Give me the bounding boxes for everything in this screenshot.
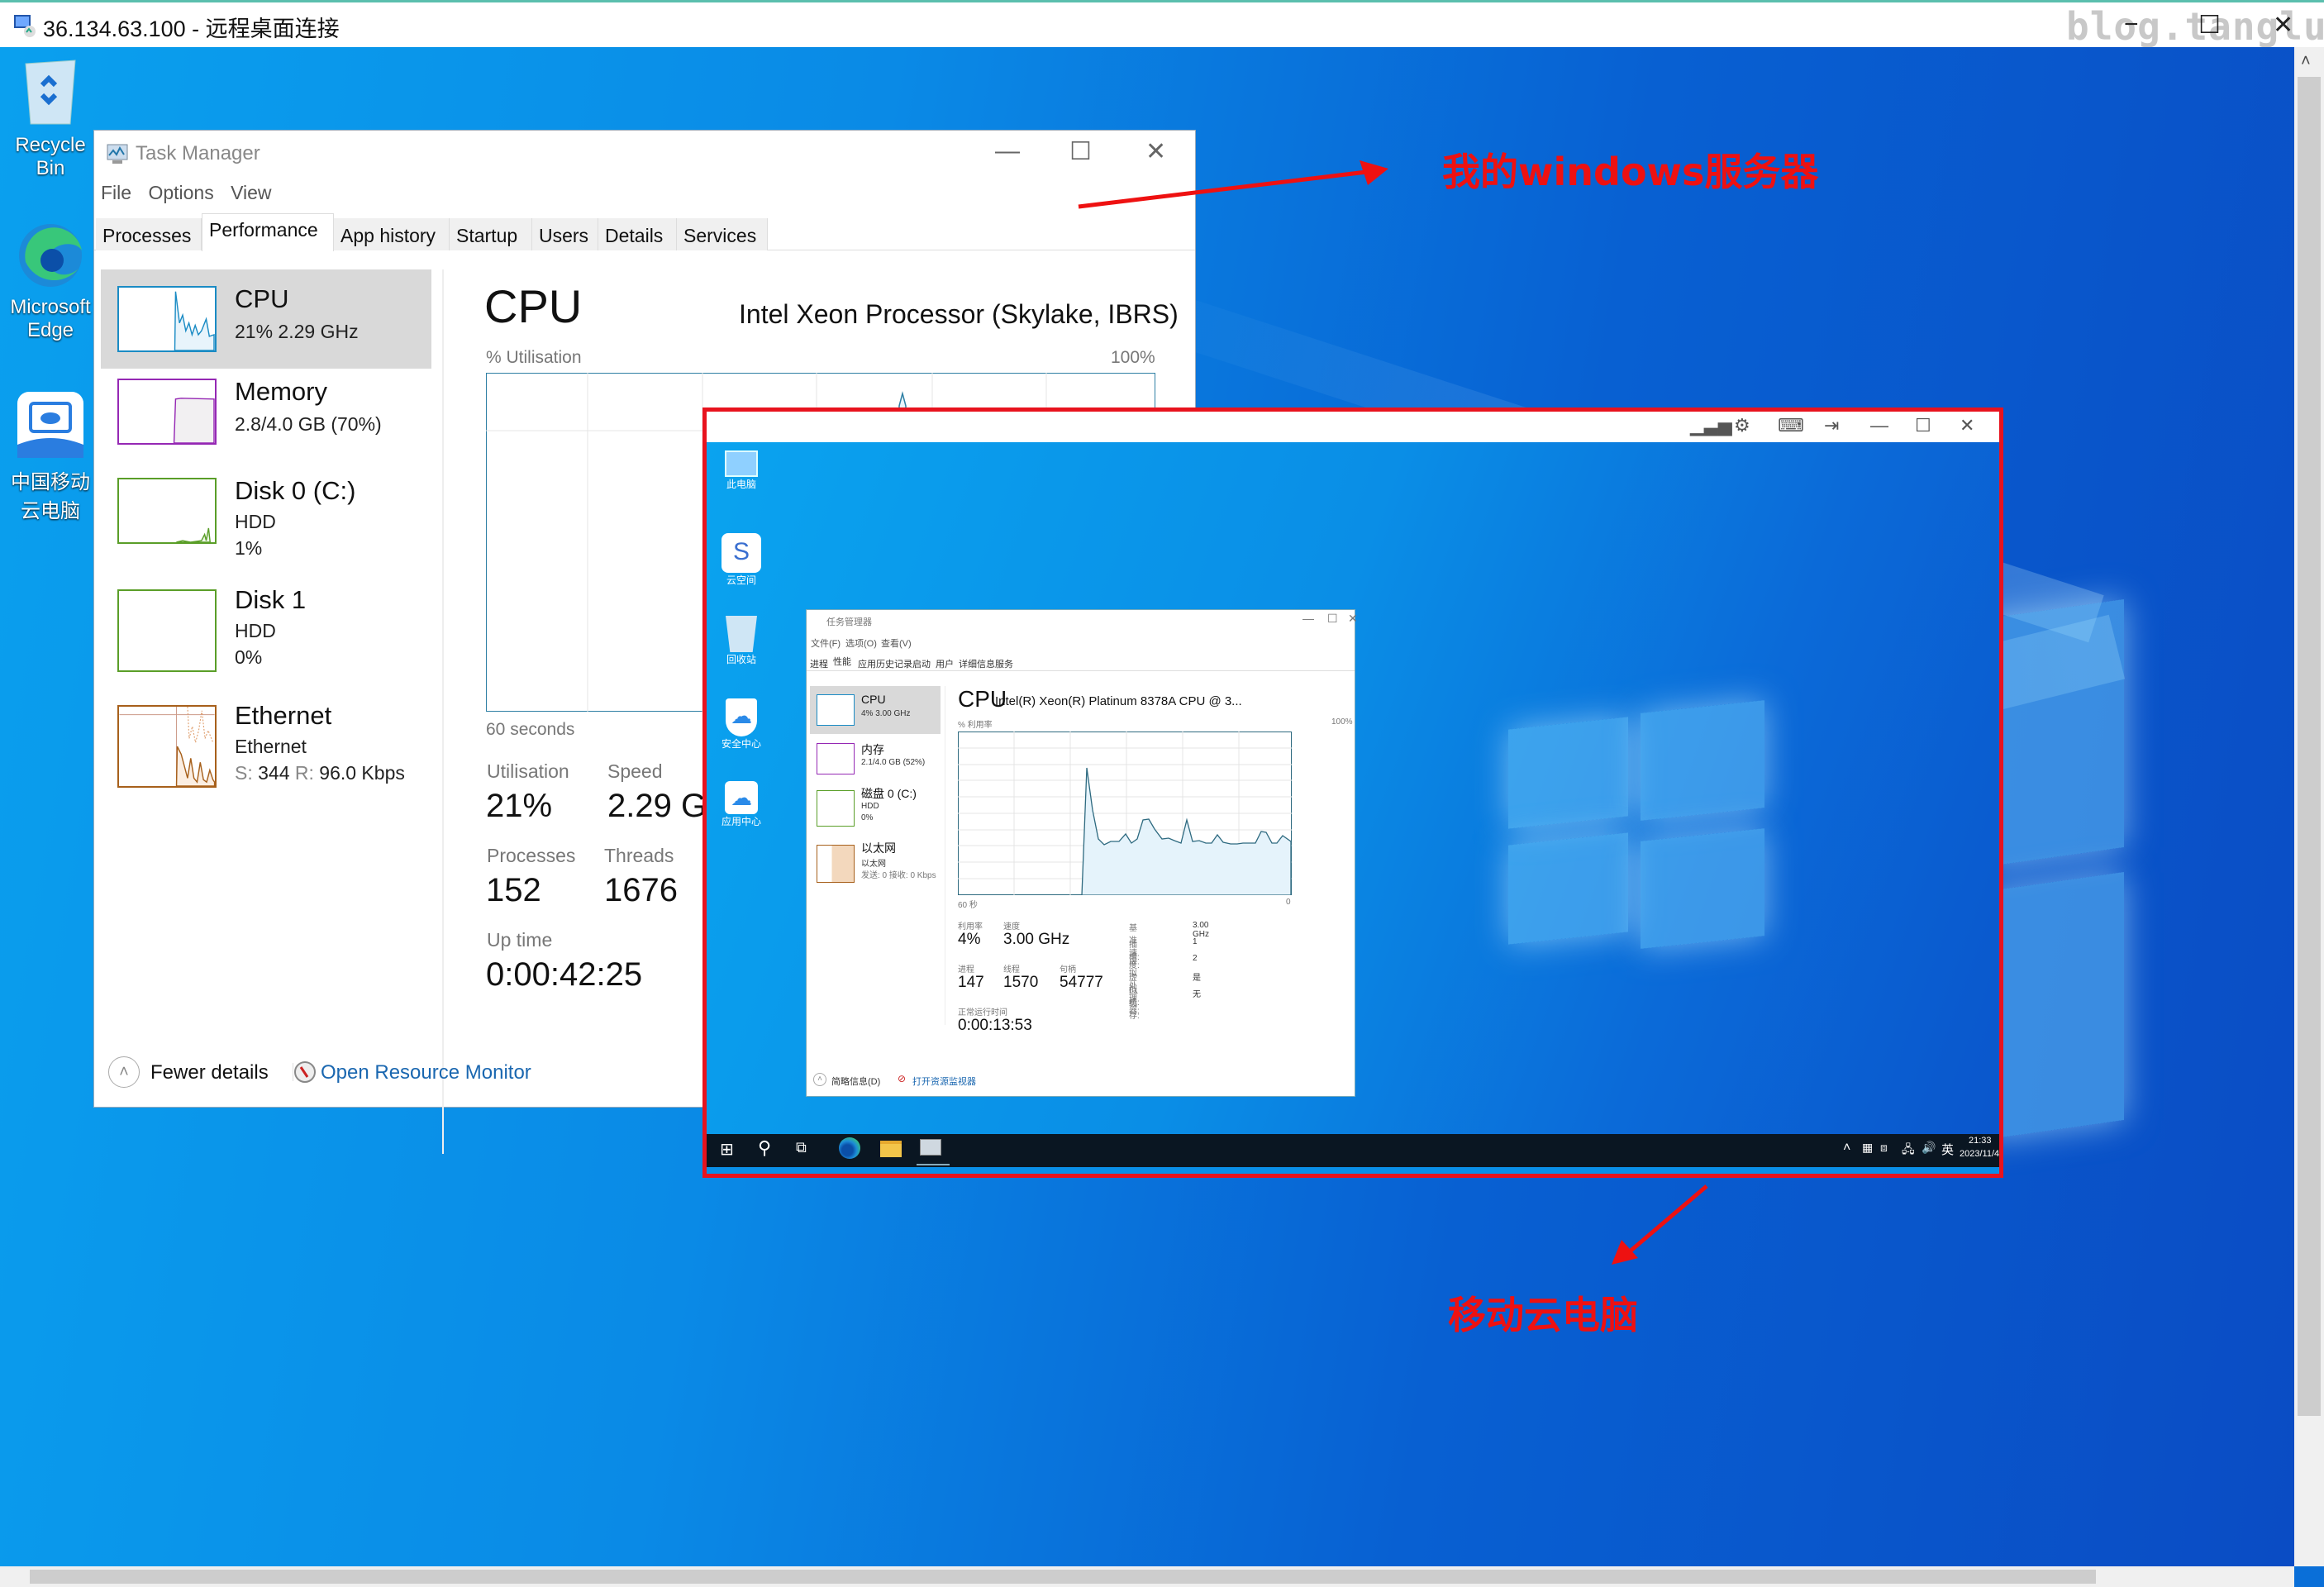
sidebar-item-memory[interactable]: Memory 2.8/4.0 GB (70%) [101,370,431,469]
desktop-icon-label: Microsoft Edge [10,296,91,341]
sidebar-disk0-usage: 1% [235,537,263,559]
stat-speed-label: Speed [607,760,663,782]
open-resource-monitor-link[interactable]: Open Resource Monitor [321,1061,531,1084]
sidebar-memory-name: Memory [235,377,327,406]
disk0-sparkline [117,478,217,544]
sidebar-ethernet-name: Ethernet [235,701,332,730]
stat-threads-label: Threads [604,845,674,866]
fewer-details-chevron-icon[interactable]: ˄ [108,1056,140,1088]
sidebar-disk1-name: Disk 1 [235,585,307,614]
desktop-icon-cloud-pc[interactable]: 中国移动云电脑 [5,390,96,523]
cloud-pc-icon [17,392,83,458]
tab-bar: Processes Performance App history Startu… [94,213,1195,251]
rdp-window-title: 36.134.63.100 - 远程桌面连接 [43,17,340,41]
tab-startup[interactable]: Startup [450,218,532,250]
sidebar-divider [442,269,444,1154]
desktop-icon-edge[interactable]: Microsoft Edge [5,221,96,342]
graph-time-label: 60 seconds [486,720,575,739]
recycle-bin-icon [25,60,76,125]
desktop-icon-recycle-bin[interactable]: Recycle Bin [5,54,96,180]
scrollbar-thumb[interactable] [30,1570,2096,1584]
stat-threads-value: 1676 [604,872,678,908]
annotation-arrow-cloud-pc [1612,1184,1708,1265]
horizontal-scrollbar[interactable] [0,1566,2294,1587]
rdp-close-button[interactable]: ✕ [2273,11,2293,40]
stat-utilisation-value: 21% [486,788,553,824]
annotation-arrow-server [1078,160,1388,209]
menu-view[interactable]: View [231,182,271,203]
scroll-up-icon[interactable]: ˄ [2301,52,2311,71]
menu-file[interactable]: File [101,182,131,203]
stat-utilisation-label: Utilisation [487,760,569,782]
menu-options[interactable]: Options [148,182,213,203]
wallpaper-logo-pane [1983,599,2124,867]
tab-app-history[interactable]: App history [334,218,450,250]
sidebar-memory-stats: 2.8/4.0 GB (70%) [235,413,382,435]
cpu-sparkline [117,286,217,352]
sidebar-ethernet-adapter: Ethernet [235,736,307,757]
graph-label: % Utilisation [486,348,582,367]
tab-details[interactable]: Details [598,218,677,250]
minimize-button[interactable]: — [995,137,1020,165]
sidebar-cpu-name: CPU [235,284,289,313]
sidebar-item-disk-0[interactable]: Disk 0 (C:) HDD 1% [101,469,431,569]
rdp-minimize-button[interactable]: − [2124,11,2139,39]
sidebar-item-disk-1[interactable]: Disk 1 HDD 0% [101,585,431,684]
desktop-icon-label: 中国移动云电脑 [11,471,90,522]
stat-uptime-value: 0:00:42:25 [486,956,643,993]
sidebar-item-ethernet[interactable]: Ethernet Ethernet S: 344 R: 96.0 Kbps [101,701,431,800]
stat-uptime-label: Up time [487,929,553,951]
task-manager-title: Task Manager [136,142,260,164]
annotation-highlight-box [702,407,2003,1178]
tab-processes[interactable]: Processes [96,218,202,250]
scrollbar-thumb[interactable] [2298,77,2321,1416]
sidebar-disk0-type: HDD [235,511,276,532]
sidebar-disk1-type: HDD [235,620,276,641]
processor-name: Intel Xeon Processor (Skylake, IBRS) [739,299,1179,329]
sidebar-cpu-stats: 21% 2.29 GHz [235,321,359,342]
menu-bar: File Options View [101,182,283,204]
stat-processes-label: Processes [487,845,576,866]
edge-icon [19,224,82,287]
fewer-details-link[interactable]: Fewer details [150,1061,269,1084]
tab-users[interactable]: Users [532,218,598,250]
task-manager-title-bar: Task Manager — ☐ ✕ [94,131,1195,179]
rdp-maximize-button[interactable]: ☐ [2198,11,2221,40]
desktop-icon-label: Recycle Bin [15,134,86,179]
sidebar-disk0-name: Disk 0 (C:) [235,476,356,505]
sidebar-item-cpu[interactable]: CPU 21% 2.29 GHz [101,269,431,369]
task-manager-icon [107,144,128,164]
annotation-cloud-pc-label: 移动云电脑 [1448,1293,1638,1337]
vertical-scrollbar[interactable]: ˄ [2294,47,2324,1566]
ethernet-sparkline [117,705,217,788]
sidebar-disk1-usage: 0% [235,646,263,668]
rdp-title-bar: 36.134.63.100 - 远程桌面连接 blog.tanglu.me − … [0,0,2324,49]
resource-monitor-icon [294,1061,316,1083]
tab-services[interactable]: Services [677,218,768,250]
disk1-sparkline [117,589,217,672]
sidebar-ethernet-throughput: S: 344 R: 96.0 Kbps [235,762,405,784]
tab-performance[interactable]: Performance [202,213,334,251]
detail-heading: CPU [484,280,583,332]
annotation-server-label: 我的windows服务器 [1442,150,1819,194]
remote-desktop-icon [14,15,36,37]
memory-sparkline [117,379,217,445]
stat-processes-value: 152 [486,872,541,908]
graph-max-label: 100% [1111,348,1155,367]
wallpaper-logo-pane [1983,872,2124,1140]
